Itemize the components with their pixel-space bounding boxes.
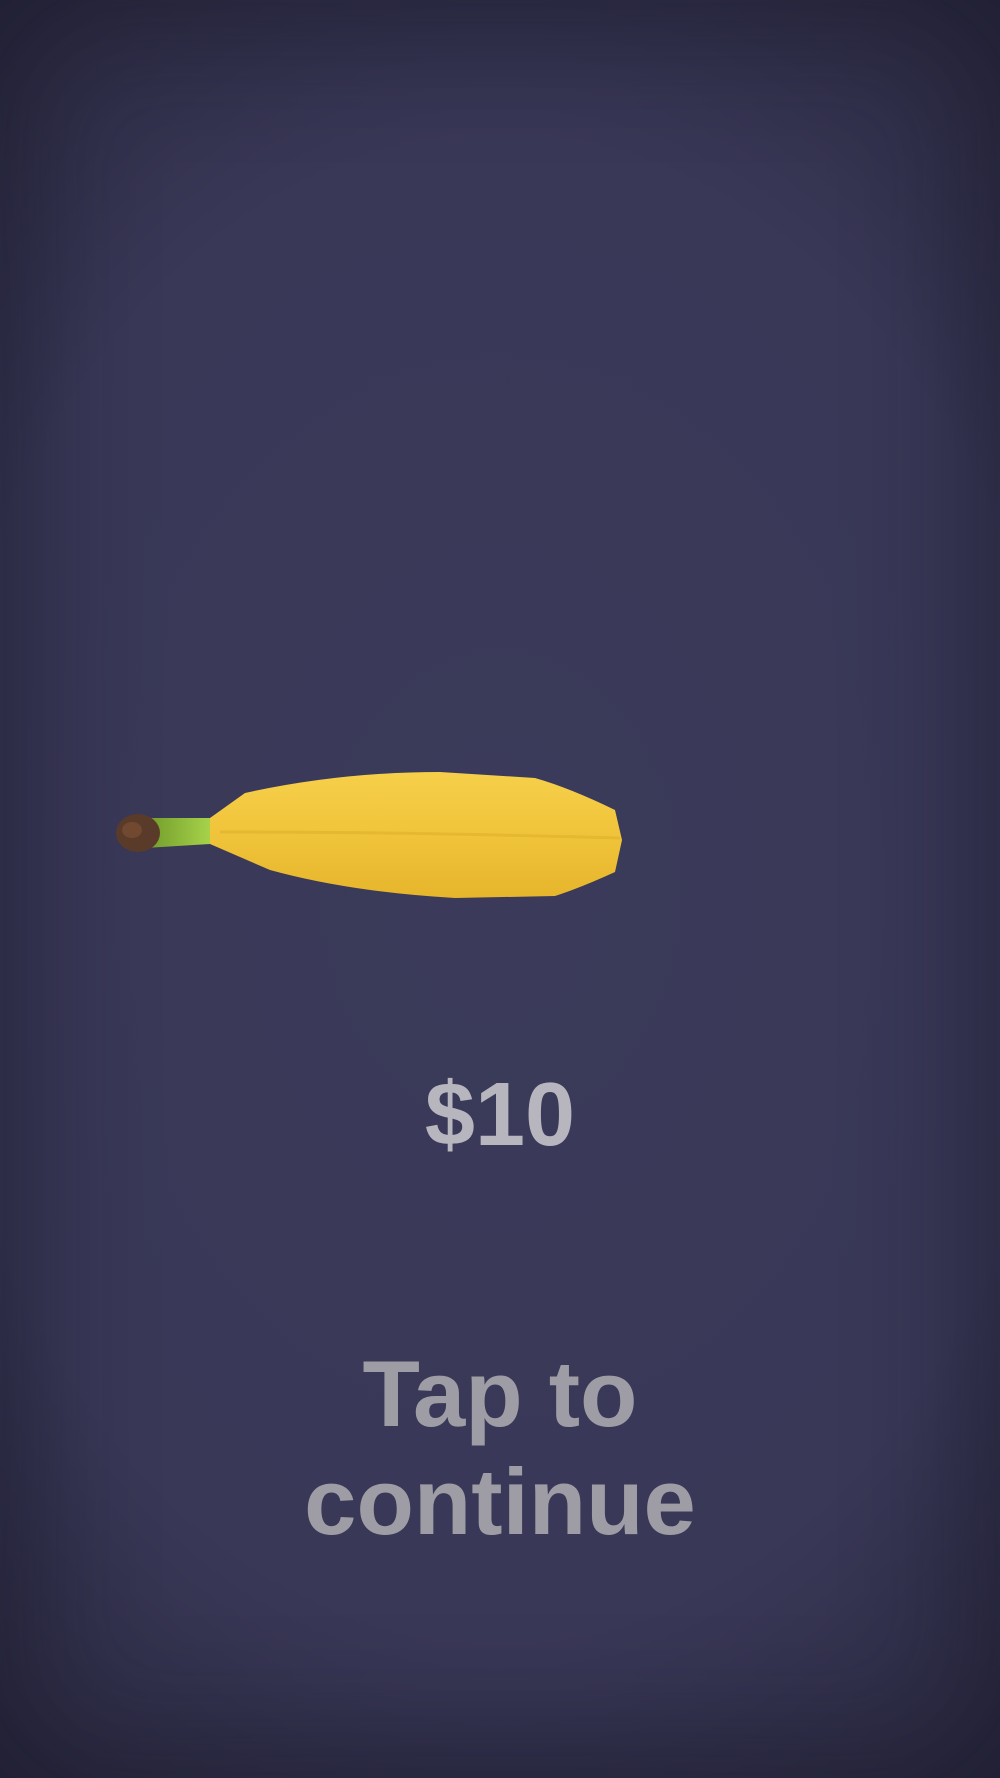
- prompt-line-2: continue: [304, 1449, 696, 1554]
- item-price: $10: [424, 1065, 576, 1165]
- continue-screen[interactable]: $10 Tap to continue: [0, 0, 1000, 1778]
- tap-to-continue-prompt[interactable]: Tap to continue: [0, 1340, 1000, 1556]
- banana-icon: [116, 772, 622, 898]
- prompt-line-1: Tap to: [362, 1341, 638, 1446]
